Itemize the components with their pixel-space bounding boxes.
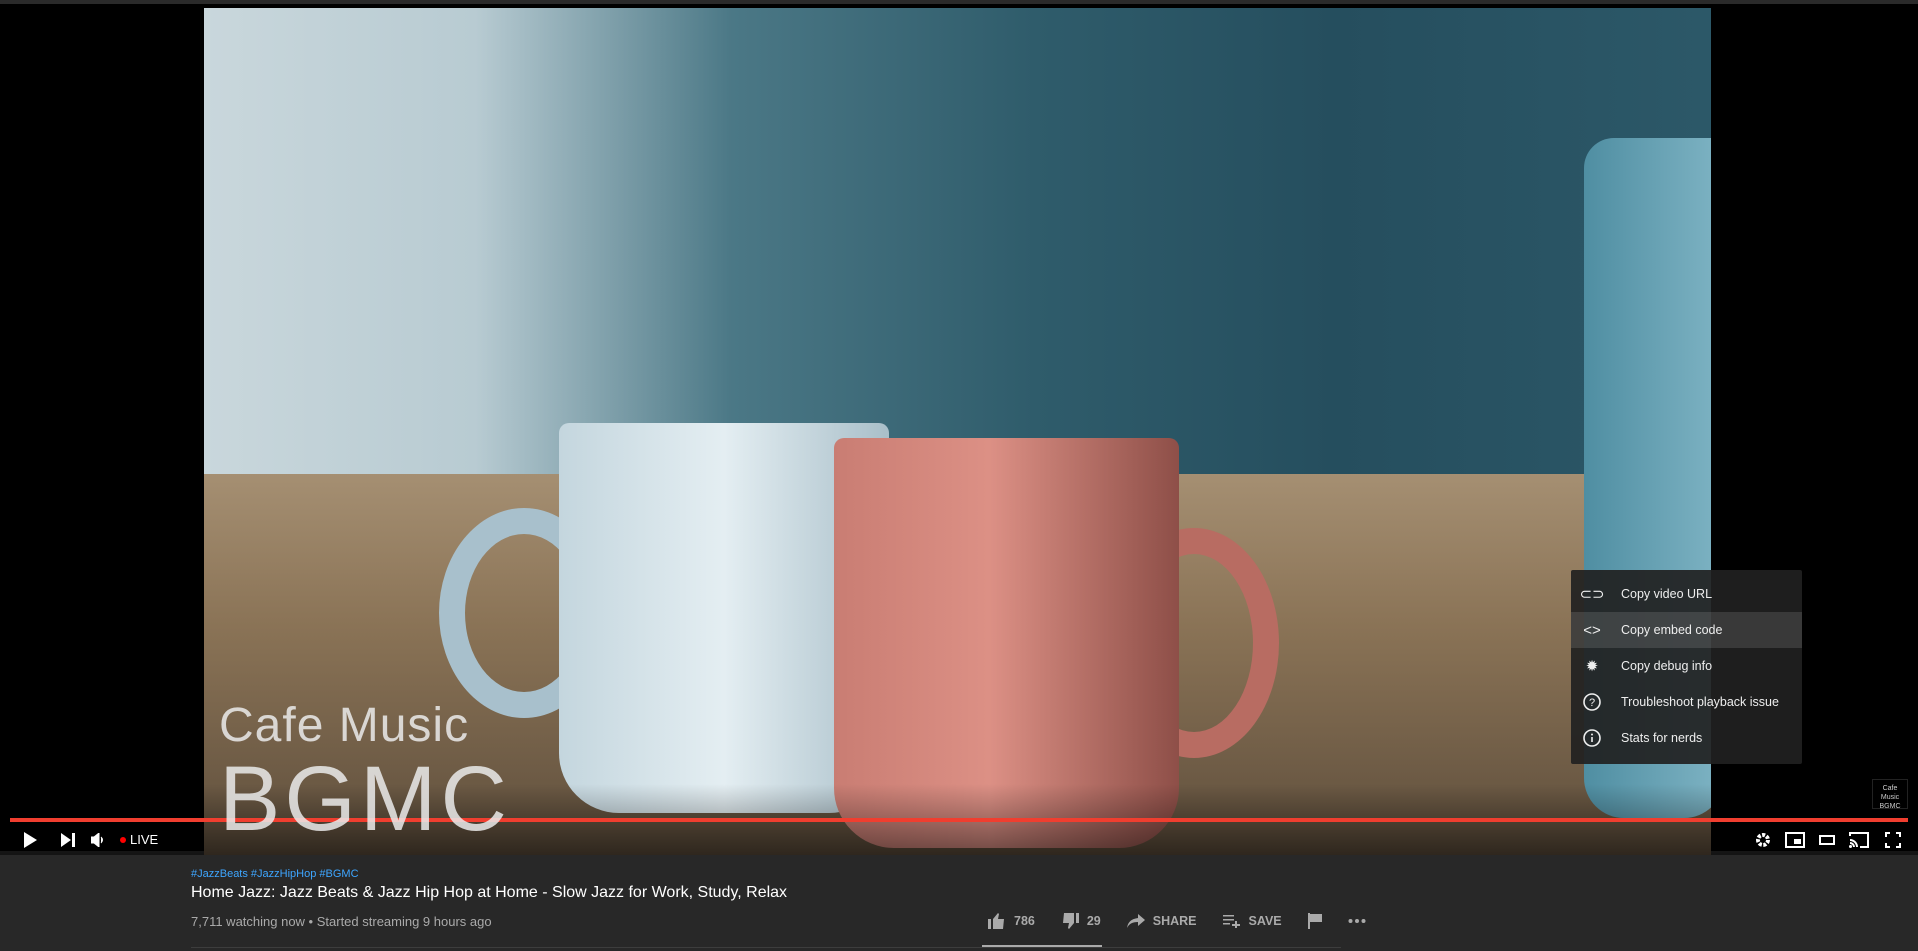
code-icon: <> xyxy=(1583,621,1601,639)
dislike-count: 29 xyxy=(1086,914,1101,928)
help-icon: ? xyxy=(1581,691,1603,713)
settings-button[interactable] xyxy=(1752,830,1774,850)
watermark-logo: BGMC xyxy=(219,748,511,850)
like-button[interactable]: 786 xyxy=(988,913,1035,929)
info-icon xyxy=(1581,727,1603,749)
video-title: Home Jazz: Jazz Beats & Jazz Hip Hop at … xyxy=(191,884,788,901)
play-button[interactable] xyxy=(20,830,40,850)
share-icon xyxy=(1126,914,1145,928)
pink-mug xyxy=(834,438,1179,848)
svg-text:?: ? xyxy=(1589,697,1595,709)
bug-icon: ✹ xyxy=(1585,658,1599,675)
menu-item-label: Stats for nerds xyxy=(1621,731,1703,745)
divider xyxy=(191,947,1341,948)
live-badge[interactable]: LIVE xyxy=(120,832,158,847)
live-dot xyxy=(120,836,126,843)
hashtags[interactable]: #JazzBeats #JazzHipHop #BGMC xyxy=(191,868,1341,880)
volume-icon xyxy=(91,833,103,847)
menu-item-copy-debug-info[interactable]: ✹ Copy debug info xyxy=(1571,648,1802,684)
channel-watermark: Cafe Music BGMC xyxy=(219,698,511,845)
mute-button[interactable] xyxy=(88,830,108,850)
next-icon xyxy=(61,833,75,847)
menu-item-label: Copy embed code xyxy=(1621,623,1723,637)
share-button[interactable]: SHARE xyxy=(1126,914,1197,928)
dislike-button[interactable]: 29 xyxy=(1061,913,1101,929)
next-button[interactable] xyxy=(58,830,78,850)
more-horizontal-icon xyxy=(1348,919,1366,923)
action-bar: 786 29 SHARE SAVE xyxy=(988,913,1392,929)
branding-logo[interactable]: Cafe Music BGMC xyxy=(1872,779,1908,810)
menu-item-troubleshoot[interactable]: ? Troubleshoot playback issue xyxy=(1571,684,1802,720)
context-menu: ⊂⊃ Copy video URL <> Copy embed code ✹ Copy… xyxy=(1571,570,1802,764)
play-icon xyxy=(24,832,37,848)
theater-mode-icon xyxy=(1819,835,1835,845)
cast-button[interactable] xyxy=(1847,830,1871,850)
menu-item-stats-for-nerds[interactable]: Stats for nerds xyxy=(1571,720,1802,756)
menu-item-label: Copy video URL xyxy=(1621,587,1713,601)
cast-icon xyxy=(1849,832,1869,848)
report-button[interactable] xyxy=(1307,913,1322,929)
link-icon: ⊂⊃ xyxy=(1579,586,1605,603)
thumbs-up-icon xyxy=(988,913,1004,929)
save-label: SAVE xyxy=(1248,914,1282,928)
theater-mode-button[interactable] xyxy=(1816,830,1838,850)
menu-item-label: Troubleshoot playback issue xyxy=(1621,695,1779,709)
thumbs-down-icon xyxy=(1062,913,1079,929)
more-actions-button[interactable] xyxy=(1348,918,1366,924)
live-label: LIVE xyxy=(130,832,159,847)
like-ratio-bar xyxy=(982,945,1102,947)
settings-icon xyxy=(1756,833,1770,847)
miniplayer-icon xyxy=(1785,832,1805,848)
share-label: SHARE xyxy=(1152,914,1197,928)
menu-item-copy-embed-code[interactable]: <> Copy embed code xyxy=(1571,612,1802,648)
menu-item-label: Copy debug info xyxy=(1621,659,1713,673)
playlist-add-icon xyxy=(1222,915,1240,928)
flag-icon xyxy=(1307,913,1322,929)
menu-item-copy-video-url[interactable]: ⊂⊃ Copy video URL xyxy=(1571,576,1802,612)
video-frame[interactable]: Cafe Music BGMC xyxy=(204,8,1711,855)
fullscreen-icon xyxy=(1885,832,1901,848)
save-button[interactable]: SAVE xyxy=(1222,914,1282,928)
watermark-text: Cafe Music xyxy=(219,699,470,752)
like-count: 786 xyxy=(1014,914,1035,928)
miniplayer-button[interactable] xyxy=(1783,830,1807,850)
fullscreen-button[interactable] xyxy=(1882,830,1904,850)
video-player[interactable]: Cafe Music BGMC Cafe Music BGMC LIVE ⊂⊃ C… xyxy=(0,0,1918,855)
